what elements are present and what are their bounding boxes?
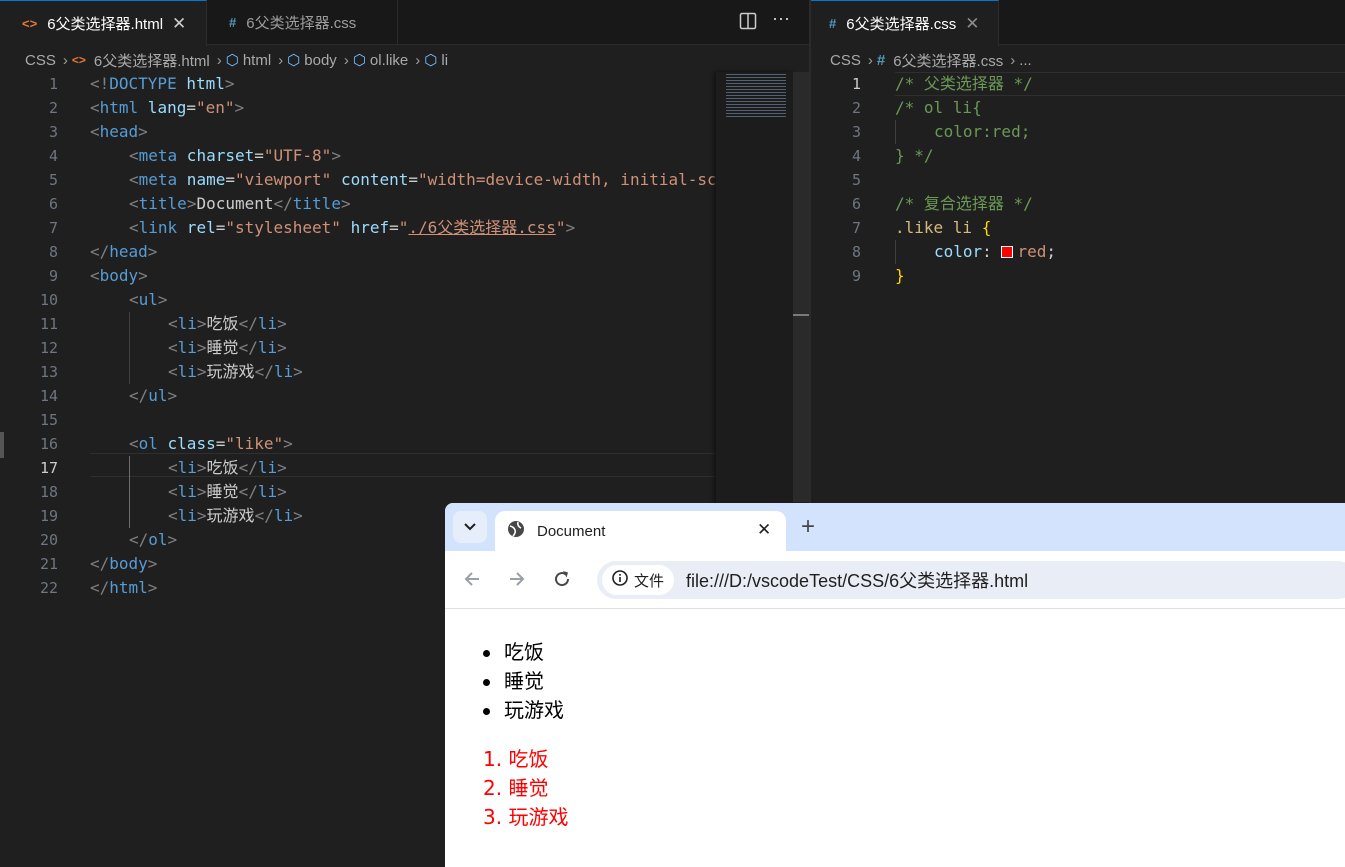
close-tab-icon[interactable]: ✕ <box>757 520 771 540</box>
scroll-position-marker <box>793 314 809 316</box>
breadcrumb-item[interactable]: CSS <box>25 52 56 69</box>
breadcrumb: CSS › <> 6父类选择器.html › ⬡ html › ⬡ body › ⬡ ol.l… <box>25 50 449 71</box>
ordered-list-item: 3. 玩游戏 <box>483 805 569 829</box>
line-number: 8 <box>48 243 58 261</box>
line-number: 9 <box>48 267 58 285</box>
line-number: 15 <box>39 411 58 429</box>
line-number: 7 <box>48 219 58 237</box>
tab-label: 6父类选择器.html <box>47 16 164 33</box>
tab-css-file[interactable]: # 6父类选择器.css ✕ <box>811 0 999 46</box>
line-number: 6 <box>851 195 861 213</box>
bullet <box>483 679 490 686</box>
tab-search-button[interactable] <box>453 511 487 543</box>
split-editor-icon[interactable] <box>739 12 759 32</box>
site-info-label: 文件 <box>634 572 665 590</box>
line-number: 20 <box>39 531 58 549</box>
browser-toolbar: 文件 file:///D:/vscodeTest/CSS/6父类选择器.html <box>445 551 1345 609</box>
right-tab-bar: # 6父类选择器.css ✕ <box>811 0 1345 46</box>
back-icon[interactable] <box>462 569 482 594</box>
line-number: 6 <box>48 195 58 213</box>
line-number: 9 <box>851 267 861 285</box>
stylesheet-link[interactable]: ./6父类选择器.css <box>408 218 555 237</box>
line-number: 14 <box>39 387 58 405</box>
breadcrumb-item[interactable]: CSS <box>830 52 861 69</box>
line-number: 1 <box>851 75 861 93</box>
more-actions-icon[interactable]: ⋯ <box>772 9 790 30</box>
line-number: 5 <box>851 171 861 189</box>
breadcrumb-item[interactable]: body <box>304 52 337 69</box>
line-number: 18 <box>39 483 58 501</box>
tab-css-file[interactable]: # 6父类选择器.css <box>207 0 398 45</box>
line-number: 10 <box>39 291 58 309</box>
line-number: 4 <box>851 147 861 165</box>
scrollbar-thumb[interactable] <box>793 72 809 502</box>
breadcrumb-item[interactable]: 6父类选择器.css <box>893 50 1003 71</box>
right-code-editor[interactable]: 1/* 父类选择器 */ 2/* ol li{ 3 color:red; 4} *… <box>811 72 1345 503</box>
breadcrumb-item[interactable]: 6父类选择器.html <box>94 50 210 71</box>
left-tab-bar: <> 6父类选择器.html ✕ # 6父类选择器.css ⋯ <box>0 0 810 46</box>
globe-icon <box>507 520 525 542</box>
element-cube-icon: ⬡ <box>287 52 301 69</box>
tab-label: 6父类选择器.css <box>246 15 357 32</box>
list-item: 睡觉 <box>483 665 544 694</box>
line-number: 13 <box>39 363 58 381</box>
element-cube-icon: ⬡ <box>424 52 438 69</box>
line-number: 11 <box>39 315 58 333</box>
bullet <box>483 708 490 715</box>
line-number: 19 <box>39 507 58 525</box>
css-file-icon: # <box>829 16 837 31</box>
close-icon[interactable]: ✕ <box>965 14 979 34</box>
list-item: 玩游戏 <box>483 694 564 723</box>
line-number: 16 <box>39 435 58 453</box>
breadcrumb-item[interactable]: html <box>243 52 271 69</box>
breadcrumb-item[interactable]: ... <box>1019 52 1032 69</box>
ordered-list-item: 2. 睡觉 <box>483 776 549 800</box>
color-swatch-icon[interactable] <box>1001 245 1014 258</box>
browser-tab-title: Document <box>537 522 606 540</box>
new-tab-button[interactable]: + <box>801 513 815 541</box>
line-number: 17 <box>39 459 58 477</box>
browser-tab-strip: Document ✕ + <box>445 503 1345 551</box>
list-item: 吃饭 <box>483 636 544 665</box>
css-file-icon: # <box>876 51 886 69</box>
url-text[interactable]: file:///D:/vscodeTest/CSS/6父类选择器.html <box>686 567 1028 593</box>
element-cube-icon: ⬡ <box>225 52 239 69</box>
element-cube-icon: ⬡ <box>352 52 366 69</box>
close-icon[interactable]: ✕ <box>172 14 186 34</box>
line-number: 22 <box>39 579 58 597</box>
line-number: 4 <box>48 147 58 165</box>
reload-icon[interactable] <box>552 569 572 594</box>
chevron-down-icon <box>464 518 476 536</box>
html-file-icon: <> <box>22 16 38 31</box>
tab-label: 6父类选择器.css <box>846 16 957 33</box>
line-number: 5 <box>48 171 58 189</box>
site-info-chip[interactable]: 文件 <box>602 565 675 595</box>
forward-icon[interactable] <box>507 569 527 594</box>
line-number: 7 <box>851 219 861 237</box>
line-number: 2 <box>851 99 861 117</box>
line-number: 21 <box>39 555 58 573</box>
tab-html-file[interactable]: <> 6父类选择器.html ✕ <box>0 0 207 46</box>
ordered-list-item: 1. 吃饭 <box>483 747 549 771</box>
left-edge-marker <box>0 432 4 458</box>
browser-tab[interactable]: Document ✕ <box>495 511 786 551</box>
line-number: 1 <box>48 75 58 93</box>
breadcrumb-item[interactable]: li <box>441 52 448 69</box>
line-number: 8 <box>851 243 861 261</box>
breadcrumb: CSS › # 6父类选择器.css › ... <box>830 50 1032 71</box>
css-file-icon: # <box>229 15 237 30</box>
line-number: 3 <box>48 123 58 141</box>
browser-window: Document ✕ + 文件 file:///D:/vscodeTest/CS… <box>445 503 1345 867</box>
html-file-icon: <> <box>71 53 86 67</box>
address-bar[interactable]: 文件 file:///D:/vscodeTest/CSS/6父类选择器.html <box>597 561 1345 599</box>
line-number: 12 <box>39 339 58 357</box>
bullet <box>483 650 490 657</box>
page-content: 吃饭 睡觉 玩游戏 1. 吃饭 2. 睡觉 3. 玩游戏 <box>445 610 1345 867</box>
line-number: 3 <box>851 123 861 141</box>
minimap-viewport <box>726 74 786 119</box>
line-number: 2 <box>48 99 58 117</box>
breadcrumb-item[interactable]: ol.like <box>370 52 408 69</box>
info-icon <box>612 570 628 590</box>
